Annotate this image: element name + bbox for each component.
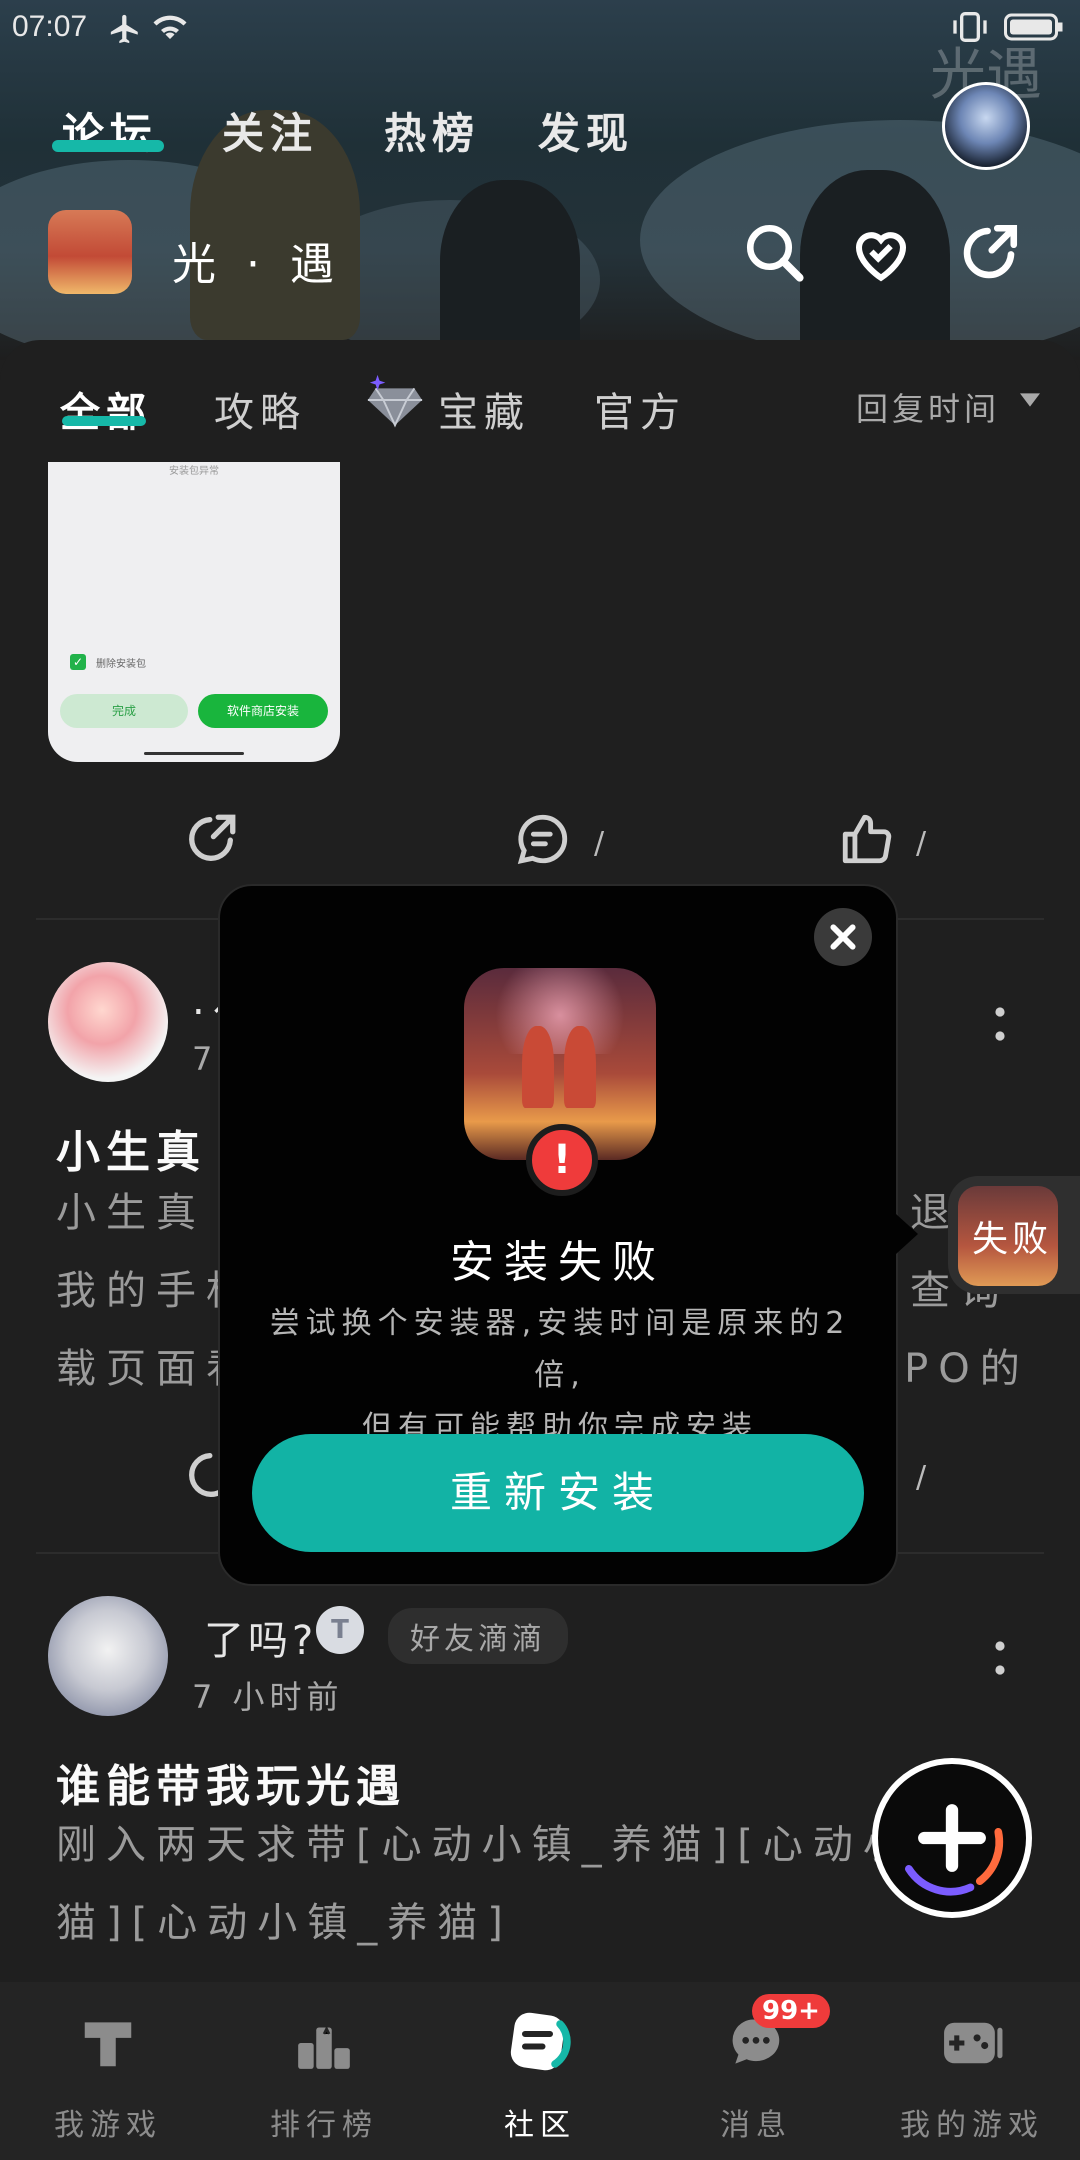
post-comment-icon[interactable] xyxy=(514,810,572,872)
post-like-icon[interactable] xyxy=(838,810,896,872)
tab-forum-indicator xyxy=(52,140,164,152)
post-time: 7 xyxy=(192,1040,218,1078)
chip-label: 失败 xyxy=(972,1219,1053,1260)
friend-tag[interactable]: 好友滴滴 xyxy=(388,1608,568,1664)
community-icon[interactable] xyxy=(432,2004,648,2088)
game-icon[interactable] xyxy=(48,210,132,294)
tab-follow[interactable]: 关注 xyxy=(222,100,318,161)
post-comment-count: / xyxy=(594,826,605,861)
game-name: 光 · 遇 xyxy=(172,239,342,290)
post-time-2: 7 小时前 xyxy=(192,1678,344,1716)
dialog-pointer xyxy=(896,1214,918,1254)
author-name-2[interactable]: 了吗? xyxy=(204,1608,317,1666)
sort-dropdown[interactable]: 回复时间 xyxy=(856,384,1000,430)
subtab-all-indicator xyxy=(62,416,146,426)
podium-icon[interactable] xyxy=(216,2012,432,2078)
nav-community[interactable]: 社区 xyxy=(432,2100,648,2144)
more-options-icon[interactable] xyxy=(992,1006,1008,1046)
close-icon xyxy=(830,924,856,950)
install-status-chip[interactable]: 失败 xyxy=(948,1176,1080,1294)
plus-icon xyxy=(904,1804,1004,1896)
post-share-icon[interactable] xyxy=(182,810,240,872)
diamond-icon xyxy=(364,372,426,432)
favorite-heart-icon[interactable] xyxy=(848,220,914,290)
nav-my-game-library[interactable]: 我的游戏 xyxy=(864,2100,1080,2144)
verified-badge-icon: T xyxy=(316,1606,364,1654)
install-failed-dialog: ! 安装失败 尝试换个安装器,安装时间是原来的2倍, 但有可能帮助你完成安装 重… xyxy=(218,884,898,1586)
nav-my-games[interactable]: 我游戏 xyxy=(0,2100,216,2144)
post-share-icon-2[interactable] xyxy=(182,1446,222,1504)
gamepad-icon[interactable] xyxy=(864,2012,1080,2078)
post-image[interactable]: 安装包异常 ✓ 删除安装包 完成 软件商店安装 xyxy=(48,462,340,762)
reinstall-button[interactable]: 重新安装 xyxy=(252,1434,864,1552)
post-excerpt-line-1: 小生真 xyxy=(56,1190,206,1236)
author-avatar[interactable] xyxy=(48,962,168,1082)
post-like-count: / xyxy=(916,826,927,861)
dialog-description: 尝试换个安装器,安装时间是原来的2倍, 但有可能帮助你完成安装 xyxy=(260,1298,860,1454)
checkbox-icon: ✓ xyxy=(70,654,86,670)
user-avatar[interactable] xyxy=(942,82,1030,170)
message-badge: 99+ xyxy=(752,1994,830,2028)
nav-ranking[interactable]: 排行榜 xyxy=(216,2100,432,2144)
post-excerpt-2-line-2: 猫][心动小镇_养猫] xyxy=(56,1900,513,1946)
search-icon[interactable] xyxy=(742,220,808,290)
nav-messages[interactable]: 消息 xyxy=(648,2100,864,2144)
game-t-icon[interactable] xyxy=(0,2012,216,2078)
author-avatar-2[interactable] xyxy=(48,1596,168,1716)
chevron-down-icon xyxy=(1020,392,1040,412)
screenshot-heading: 安装包异常 xyxy=(169,466,219,477)
tab-discover[interactable]: 发现 xyxy=(538,100,634,161)
post-like-count-2: / xyxy=(916,1460,927,1495)
subtab-treasure[interactable]: 宝藏 xyxy=(438,380,530,438)
vibrate-icon xyxy=(950,10,990,48)
status-time: 07:07 xyxy=(12,10,88,43)
post-title[interactable]: 小生真 xyxy=(56,1116,206,1180)
airplane-icon xyxy=(108,12,142,50)
new-post-button[interactable] xyxy=(872,1758,1032,1918)
dialog-title: 安装失败 xyxy=(450,1237,666,1288)
error-icon: ! xyxy=(526,1124,598,1196)
share-icon[interactable] xyxy=(956,220,1022,290)
wifi-icon xyxy=(152,12,188,46)
close-button[interactable] xyxy=(814,908,872,966)
header-banner: 光遇 xyxy=(0,0,1080,360)
more-options-icon-2[interactable] xyxy=(992,1640,1008,1680)
screenshot-store-button: 软件商店安装 xyxy=(198,694,328,728)
subtab-guide[interactable]: 攻略 xyxy=(214,380,306,438)
checkbox-label: 删除安装包 xyxy=(96,659,146,670)
subtab-official[interactable]: 官方 xyxy=(594,380,686,438)
subtab-all[interactable]: 全部 xyxy=(60,380,152,438)
battery-icon xyxy=(1004,12,1064,46)
screenshot-done-button: 完成 xyxy=(60,694,188,728)
home-indicator xyxy=(144,752,244,755)
dialog-description-line-1: 尝试换个安装器,安装时间是原来的2倍, xyxy=(269,1306,851,1393)
post-title-2[interactable]: 谁能带我玩光遇 xyxy=(56,1750,406,1814)
tab-hot[interactable]: 热榜 xyxy=(384,100,480,161)
